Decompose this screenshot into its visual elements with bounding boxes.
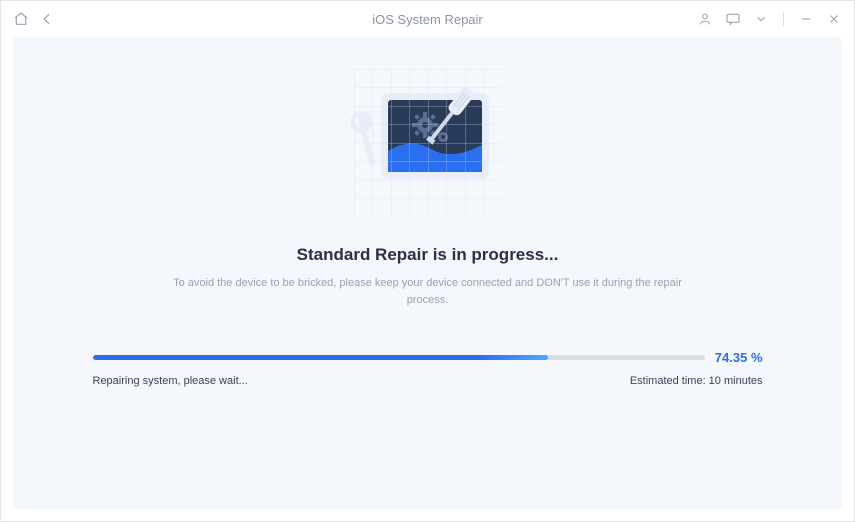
- minimize-icon[interactable]: [798, 11, 814, 27]
- titlebar: iOS System Repair: [1, 1, 854, 37]
- window-title: iOS System Repair: [372, 12, 483, 27]
- progress-subtext: To avoid the device to be bricked, pleas…: [168, 275, 688, 308]
- back-icon[interactable]: [39, 11, 55, 27]
- titlebar-left-group: [13, 11, 55, 27]
- progress-bar-fill: [93, 355, 548, 360]
- progress-labels: Repairing system, please wait... Estimat…: [93, 375, 763, 387]
- progress-area: 74.35 % Repairing system, please wait...…: [93, 350, 763, 387]
- progress-status-text: Repairing system, please wait...: [93, 375, 248, 387]
- grid-background-icon: [354, 69, 502, 217]
- feedback-icon[interactable]: [725, 11, 741, 27]
- titlebar-separator: [783, 12, 784, 26]
- progress-heading: Standard Repair is in progress...: [297, 245, 559, 265]
- progress-eta-text: Estimated time: 10 minutes: [630, 375, 763, 387]
- progress-bar: [93, 355, 705, 360]
- home-icon[interactable]: [13, 11, 29, 27]
- main-panel: Standard Repair is in progress... To avo…: [13, 37, 842, 509]
- progress-percent-label: 74.35 %: [715, 350, 763, 365]
- titlebar-right-group: [697, 11, 842, 27]
- user-icon[interactable]: [697, 11, 713, 27]
- close-icon[interactable]: [826, 11, 842, 27]
- repair-illustration: [328, 65, 528, 225]
- progress-row: 74.35 %: [93, 350, 763, 365]
- chevron-down-icon[interactable]: [753, 11, 769, 27]
